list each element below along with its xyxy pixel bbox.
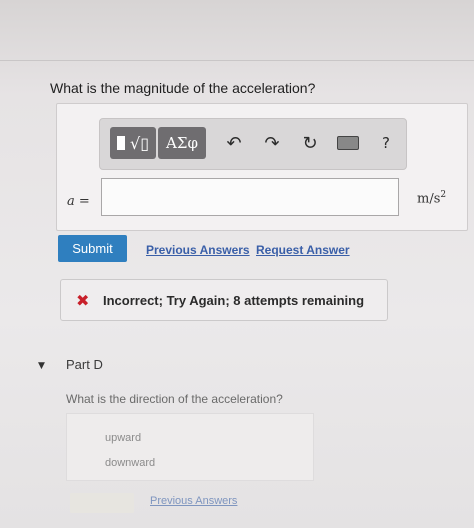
answer-panel: √▯ ΑΣφ ↶ ↷ ↻ ? a = m/s2 — [56, 103, 468, 231]
part-d-previous-answers-link[interactable]: Previous Answers — [150, 495, 237, 507]
choice-downward[interactable]: downward — [105, 457, 155, 469]
radical-icon: √▯ — [130, 133, 149, 153]
request-answer-link[interactable]: Request Answer — [256, 243, 350, 257]
math-toolbar: √▯ ΑΣφ ↶ ↷ ↻ ? — [99, 118, 407, 170]
previous-answers-link[interactable]: Previous Answers — [146, 243, 250, 257]
feedback-box: ✖ Incorrect; Try Again; 8 attempts remai… — [60, 279, 388, 321]
question-text: What is the magnitude of the acceleratio… — [50, 80, 316, 96]
undo-arrow-icon[interactable]: ↶ — [220, 129, 248, 157]
variable-label: a = — [67, 194, 90, 209]
keyboard-icon[interactable] — [334, 129, 362, 157]
x-mark-icon: ✖ — [76, 291, 90, 310]
choices-list: upward downward — [66, 413, 314, 481]
part-d-submit-button[interactable] — [70, 493, 134, 513]
submit-button[interactable]: Submit — [58, 235, 127, 262]
choice-upward[interactable]: upward — [105, 432, 141, 444]
section-divider — [0, 60, 474, 61]
unit-exponent: 2 — [440, 190, 447, 200]
unit-base: m/s — [417, 191, 441, 207]
square-root-template-icon — [117, 136, 125, 150]
part-d-title[interactable]: Part D — [66, 357, 103, 372]
help-button[interactable]: ? — [372, 129, 400, 157]
collapse-caret-icon[interactable]: ▼ — [38, 361, 45, 371]
symbols-button[interactable]: ΑΣφ — [158, 127, 206, 159]
unit-label: m/s2 — [417, 190, 446, 206]
redo-arrow-icon[interactable]: ↷ — [258, 129, 286, 157]
answer-input[interactable] — [101, 178, 399, 216]
part-d-question: What is the direction of the acceleratio… — [66, 392, 283, 406]
templates-button[interactable]: √▯ — [110, 127, 156, 159]
reset-icon[interactable]: ↻ — [296, 129, 324, 157]
feedback-text: Incorrect; Try Again; 8 attempts remaini… — [103, 293, 365, 308]
